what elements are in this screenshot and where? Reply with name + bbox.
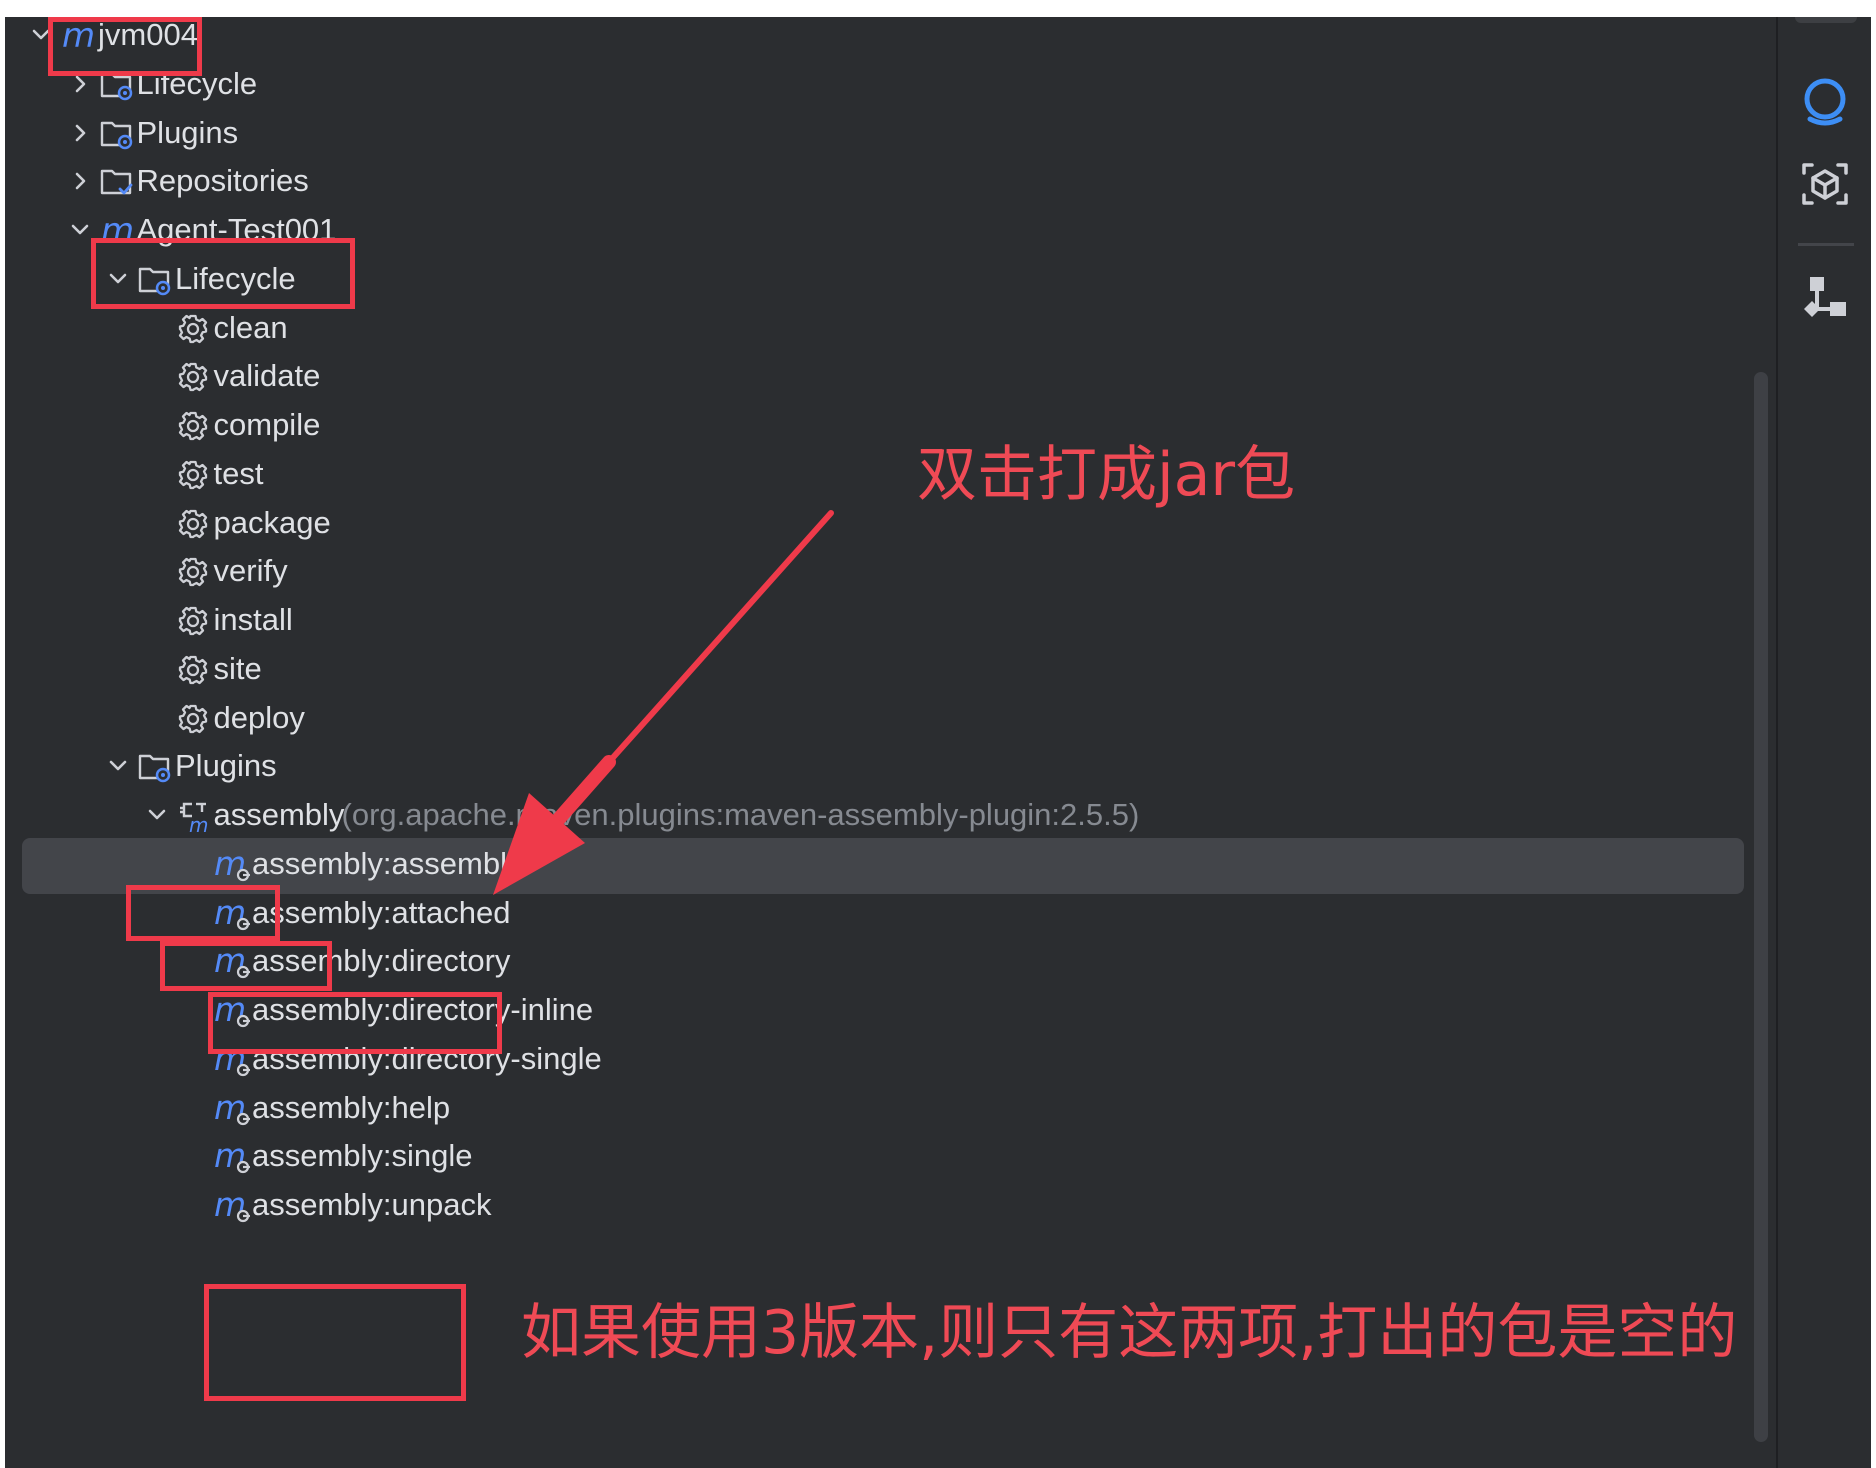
chevron-down-icon[interactable] — [105, 266, 131, 292]
tree-row-label: assembly:directory — [252, 943, 511, 979]
chevron-down-icon[interactable] — [67, 217, 93, 243]
maven-project-icon: m — [99, 213, 137, 249]
chevron-right-icon[interactable] — [67, 168, 93, 194]
gear-icon — [176, 359, 214, 395]
chevron-down-icon[interactable] — [105, 753, 131, 779]
right-tool-strip — [1776, 17, 1871, 1468]
chevron-down-icon[interactable] — [144, 802, 170, 828]
tool-strip-separator — [1798, 243, 1854, 246]
maven-project-icon: m — [60, 18, 98, 54]
tree-row-label: Lifecycle — [136, 65, 258, 101]
repositories-folder-icon — [99, 164, 137, 200]
maven-plugin-icon: m — [176, 798, 214, 834]
tree-row-label: assembly:assembly — [252, 845, 523, 881]
double-click-note: 双击打成jar包 — [917, 440, 1296, 510]
tree-row-label: package — [213, 504, 331, 540]
tree-row-label: assembly:single — [252, 1138, 473, 1174]
structure-diagram-icon[interactable] — [1796, 271, 1854, 329]
tree-row-label: clean — [213, 309, 288, 345]
tree-row-label: assembly:attached — [252, 894, 511, 930]
maven-goal-icon: m — [214, 1188, 252, 1224]
tree-row-label: Agent-Test001 — [136, 212, 337, 247]
tree-row-label: Plugins — [175, 748, 277, 784]
tree-scrollbar[interactable] — [1754, 372, 1768, 1442]
gear-icon — [176, 457, 214, 493]
tree-row-label: assembly:help — [252, 1089, 451, 1125]
gear-icon — [176, 408, 214, 444]
maven-goal-icon: m — [214, 944, 252, 980]
maven-goal-icon: m — [214, 993, 252, 1029]
gear-icon — [176, 554, 214, 590]
tree-row-label: compile — [213, 407, 321, 442]
tree-row-label: Plugins — [136, 114, 239, 150]
tree-row-label: verify — [213, 553, 288, 589]
maven-goal-icon: m — [214, 1042, 252, 1078]
tree-row-label: jvm004 — [98, 17, 198, 52]
plugins-folder-icon — [99, 116, 137, 152]
chevron-right-icon[interactable] — [67, 71, 93, 97]
lifecycle-folder-icon — [137, 262, 175, 298]
tree-row-label: assembly:directory-single — [252, 1040, 602, 1076]
tool-strip-top-tab[interactable] — [1795, 17, 1857, 23]
maven-project-tree: m jvm004 Lifecycle Plugins Repositories m Agen… — [5, 17, 1775, 1468]
plugins-folder-icon — [137, 749, 175, 785]
tree-row-label: install — [213, 602, 293, 637]
tree-row-label: site — [213, 650, 262, 686]
ai-assistant-icon[interactable] — [1796, 73, 1854, 131]
tree-row-label: assembly — [213, 797, 345, 832]
tree-row[interactable]: m assembly:unpack — [5, 1177, 1745, 1235]
gear-icon — [176, 506, 214, 542]
lifecycle-folder-icon — [99, 67, 137, 103]
maven-goal-icon: m — [214, 1139, 252, 1175]
cube-scan-icon[interactable] — [1796, 155, 1854, 213]
tree-row-label: test — [213, 455, 264, 491]
gear-icon — [176, 652, 214, 688]
maven-goal-icon: m — [214, 847, 252, 883]
maven-tool-window: m jvm004 Lifecycle Plugins Repositories m Agen… — [5, 17, 1871, 1468]
tree-row-label: assembly:directory-inline — [252, 992, 594, 1027]
maven-goal-icon: m — [214, 896, 252, 932]
tree-row-label: Repositories — [136, 163, 309, 199]
tree-row-label: deploy — [213, 699, 305, 735]
gear-icon — [176, 603, 214, 639]
chevron-down-icon[interactable] — [28, 22, 54, 48]
chevron-right-icon[interactable] — [67, 120, 93, 146]
tree-row-label: assembly:unpack — [252, 1187, 492, 1222]
svg-text:m: m — [101, 213, 134, 249]
svg-text:m: m — [189, 813, 208, 834]
version-note: 如果使用3版本,则只有这两项,打出的包是空的 — [521, 1298, 1738, 1368]
plugin-coordinates: (org.apache.maven.plugins:maven-assembly… — [341, 797, 1140, 832]
gear-icon — [176, 311, 214, 347]
tree-row-label: Lifecycle — [175, 260, 296, 296]
maven-goal-icon: m — [214, 1091, 252, 1127]
gear-icon — [176, 701, 214, 737]
tree-row-label: validate — [213, 358, 321, 394]
svg-text:m: m — [62, 18, 95, 54]
